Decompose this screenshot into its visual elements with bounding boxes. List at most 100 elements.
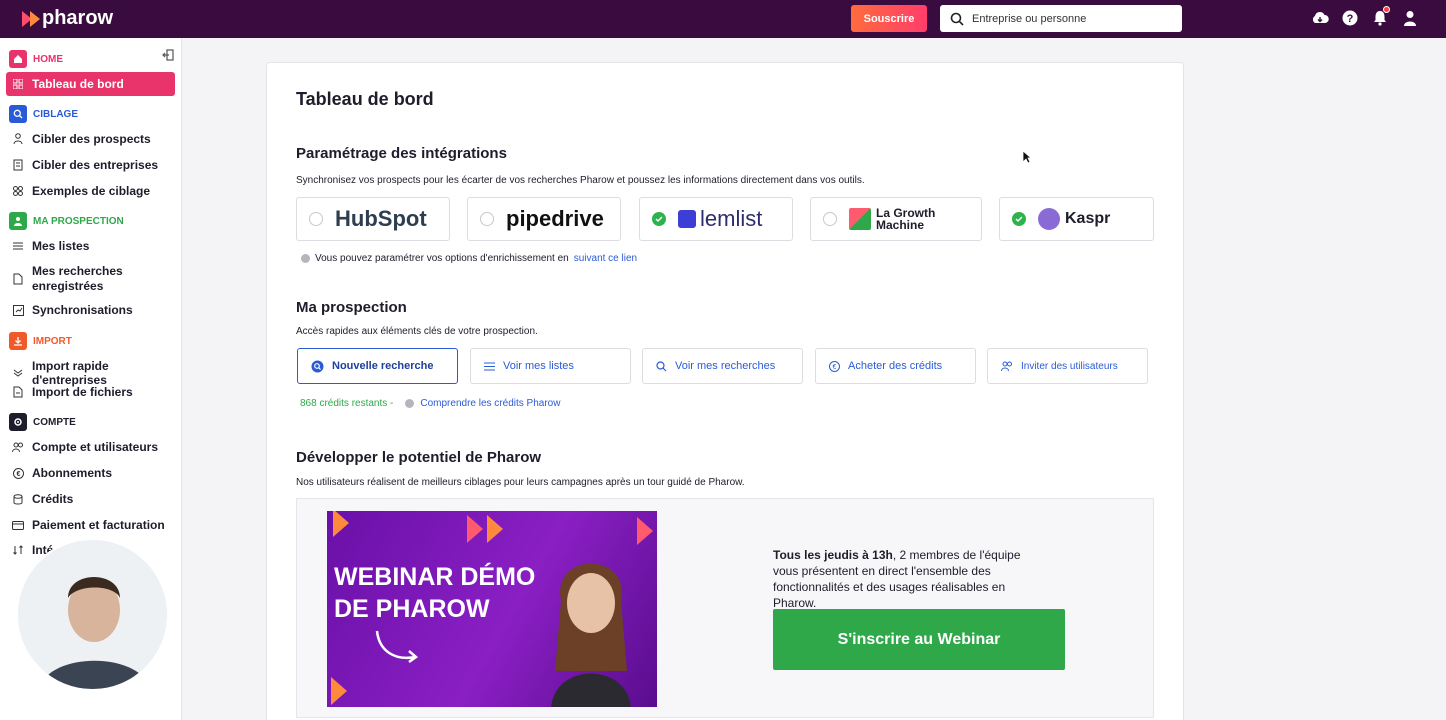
home-icon <box>9 50 27 68</box>
search-icon <box>656 360 667 371</box>
integration-radio[interactable] <box>823 212 837 226</box>
integration-radio[interactable] <box>480 212 494 226</box>
integrations-title: Paramétrage des intégrations <box>296 145 507 162</box>
webinar-thumbnail-title: WEBINAR DÉMO DE PHAROW <box>334 563 536 623</box>
sidebar-item-tableau-de-bord[interactable]: Tableau de bord <box>6 72 175 96</box>
list-icon <box>484 362 495 370</box>
credits-help-link[interactable]: Comprendre les crédits Pharow <box>420 398 560 409</box>
euro-circle-icon: € <box>829 360 840 372</box>
section-label-ma-prospection: MA PROSPECTION <box>33 215 124 227</box>
voir-mes-listes-button[interactable]: Voir mes listes <box>470 348 631 384</box>
section-import: IMPORT <box>9 332 72 350</box>
lemlist-logo-icon <box>678 210 696 228</box>
sidebar-item-cibler-prospects[interactable]: Cibler des prospects <box>6 132 175 146</box>
info-icon <box>405 399 415 408</box>
section-compte: COMPTE <box>9 413 76 431</box>
settings-gear-icon <box>9 413 27 431</box>
search-box[interactable] <box>940 5 1182 32</box>
users-icon <box>1001 361 1012 371</box>
notifications-bell-icon[interactable] <box>1370 6 1390 30</box>
user-account-icon[interactable] <box>1400 6 1420 30</box>
action-label: Inviter des utilisateurs <box>1021 360 1118 372</box>
sidebar-item-abonnements[interactable]: € Abonnements <box>6 466 175 480</box>
webcam-video-overlay[interactable] <box>16 538 169 691</box>
list-icon <box>12 240 24 252</box>
dashboard-grid-icon <box>12 78 24 90</box>
pipedrive-logo: pipedrive <box>506 206 604 231</box>
sidebar-item-label: Paiement et facturation <box>32 518 165 532</box>
presenter-webcam-image <box>18 540 167 689</box>
kaspr-logo-icon <box>1038 208 1060 230</box>
sidebar-item-synchronisations[interactable]: Synchronisations <box>6 303 175 317</box>
help-icon[interactable]: ? <box>1340 6 1360 30</box>
collapse-sidebar-icon[interactable] <box>162 49 174 61</box>
euro-circle-icon: € <box>12 467 24 479</box>
check-icon[interactable] <box>1012 212 1026 226</box>
sidebar-item-label: Compte et utilisateurs <box>32 440 159 454</box>
svg-text:€: € <box>833 364 837 371</box>
integrations-description: Synchronisez vos prospects pour les écar… <box>296 175 865 186</box>
logo-text: pharow <box>42 7 114 29</box>
cloud-download-icon[interactable] <box>1310 6 1330 30</box>
sidebar-item-mes-recherches[interactable]: Mes recherches enregistrées <box>6 264 175 294</box>
sidebar-item-label: Synchronisations <box>32 303 133 317</box>
subscribe-button[interactable]: Souscrire <box>851 5 927 32</box>
person-icon <box>12 133 24 145</box>
chevron-decor-icon <box>331 677 347 705</box>
action-label: Nouvelle recherche <box>332 360 434 372</box>
sidebar-item-compte-utilisateurs[interactable]: Compte et utilisateurs <box>6 440 175 454</box>
webinar-description: Tous les jeudis à 13h, 2 membres de l'éq… <box>773 547 1045 611</box>
integration-la-growth-machine[interactable]: La Growth Machine <box>810 197 982 241</box>
webinar-thumbnail[interactable]: WEBINAR DÉMO DE PHAROW <box>327 511 657 707</box>
sidebar-item-mes-listes[interactable]: Mes listes <box>6 239 175 253</box>
credits-remaining: 868 crédits restants - <box>300 398 394 409</box>
integration-pipedrive[interactable]: pipedrive <box>467 197 621 241</box>
acheter-credits-button[interactable]: € Acheter des crédits <box>815 348 976 384</box>
info-icon <box>301 254 310 263</box>
svg-text:€: € <box>16 471 20 478</box>
target-search-icon <box>9 105 27 123</box>
webinar-promo: WEBINAR DÉMO DE PHAROW Tous les jeudis à… <box>296 498 1154 718</box>
arrows-swap-icon <box>12 544 24 556</box>
action-label: Voir mes listes <box>503 360 574 372</box>
pharow-logo[interactable]: pharow <box>22 7 113 30</box>
search-input[interactable] <box>972 12 1172 25</box>
action-label: Acheter des crédits <box>848 360 943 372</box>
hubspot-logo: HubSpot <box>335 206 427 231</box>
file-icon <box>12 386 24 398</box>
double-chevron-down-icon <box>12 367 24 379</box>
kaspr-logo: Kaspr <box>1065 210 1111 227</box>
search-circle-icon <box>311 360 324 372</box>
lgm-logo-icon <box>849 208 871 230</box>
integration-lemlist[interactable]: lemlist <box>639 197 793 241</box>
svg-text:?: ? <box>1347 13 1354 25</box>
integration-radio[interactable] <box>309 212 323 226</box>
dashboard-card: Tableau de bord Paramétrage des intégrat… <box>266 62 1184 720</box>
section-label-home: HOME <box>33 53 63 65</box>
develop-description: Nos utilisateurs réalisent de meilleurs … <box>296 477 745 488</box>
check-icon[interactable] <box>652 212 666 226</box>
section-ma-prospection: MA PROSPECTION <box>9 212 124 230</box>
import-download-icon <box>9 332 27 350</box>
presenter-photo <box>551 563 631 707</box>
lemlist-logo: lemlist <box>700 206 763 231</box>
sync-icon <box>12 304 24 316</box>
enrichment-info: Vous pouvez paramétrer vos options d'enr… <box>301 253 637 264</box>
sidebar-item-cibler-entreprises[interactable]: Cibler des entreprises <box>6 158 175 172</box>
prospection-title: Ma prospection <box>296 299 407 316</box>
sidebar-item-credits[interactable]: Crédits <box>6 492 175 506</box>
sidebar-item-paiement-facturation[interactable]: Paiement et facturation <box>6 518 175 532</box>
sidebar-item-import-rapide[interactable]: Import rapide d'entreprises <box>6 359 175 387</box>
voir-mes-recherches-button[interactable]: Voir mes recherches <box>642 348 803 384</box>
inviter-utilisateurs-button[interactable]: Inviter des utilisateurs <box>987 348 1148 384</box>
integration-hubspot[interactable]: HubSpot <box>296 197 450 241</box>
sidebar-item-import-fichiers[interactable]: Import de fichiers <box>6 385 175 399</box>
sidebar-item-label: Tableau de bord <box>32 77 124 91</box>
register-webinar-button[interactable]: S'inscrire au Webinar <box>773 609 1065 670</box>
integration-kaspr[interactable]: Kaspr <box>999 197 1154 241</box>
enrichment-settings-link[interactable]: suivant ce lien <box>574 253 637 264</box>
nouvelle-recherche-button[interactable]: Nouvelle recherche <box>297 348 458 384</box>
sidebar-item-exemples-ciblage[interactable]: Exemples de ciblage <box>6 184 175 198</box>
prospection-description: Accès rapides aux éléments clés de votre… <box>296 326 538 337</box>
sidebar-item-label: Cibler des prospects <box>32 132 151 146</box>
